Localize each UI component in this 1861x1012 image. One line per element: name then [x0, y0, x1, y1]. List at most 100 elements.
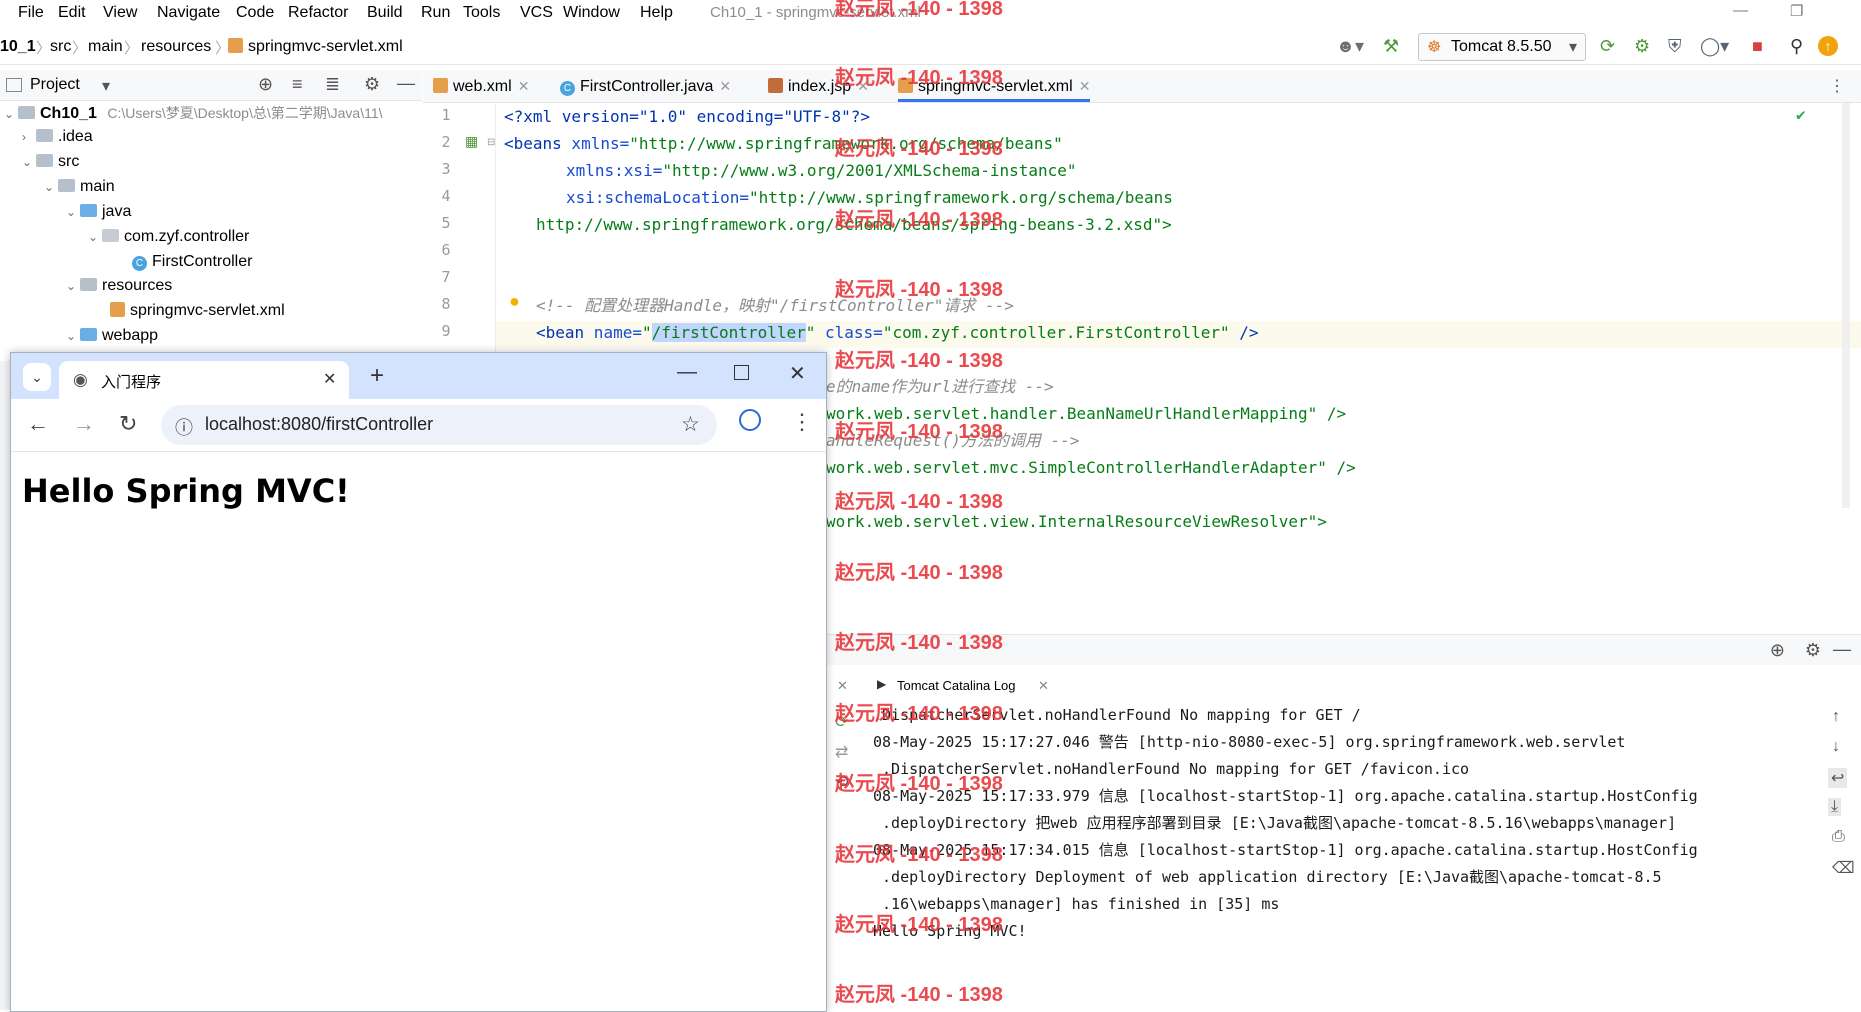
- xml-file-icon: [433, 78, 448, 93]
- tree-item-package[interactable]: ⌄ com.zyf.controller: [88, 225, 249, 249]
- spring-bean-icon[interactable]: ▦: [465, 133, 478, 150]
- tab-tomcat-catalina-log[interactable]: Tomcat Catalina Log: [897, 678, 1016, 693]
- update-icon[interactable]: ↑: [1818, 36, 1838, 56]
- browser-tab[interactable]: ◉ 入门程序 ✕: [59, 361, 349, 399]
- trash-icon[interactable]: ⌫: [1832, 858, 1855, 878]
- menu-view[interactable]: View: [103, 4, 137, 22]
- close-icon[interactable]: ✕: [1079, 78, 1091, 94]
- tree-item-root[interactable]: ⌄ Ch10_1 C:\Users\梦夏\Desktop\总\第二学期\Java\…: [4, 101, 383, 125]
- editor-tabs: web.xml ✕ C FirstController.java ✕ index.js…: [423, 70, 1861, 103]
- hide-panel-icon[interactable]: —: [1833, 639, 1851, 660]
- reload-icon[interactable]: ↻: [119, 411, 137, 437]
- tree-item-firstcontroller[interactable]: C FirstController: [132, 250, 252, 274]
- menu-file[interactable]: File: [18, 4, 44, 22]
- collapse-all-icon[interactable]: ≣: [325, 74, 340, 95]
- search-icon[interactable]: ⚲: [1790, 36, 1803, 56]
- back-arrow-icon[interactable]: ←: [27, 411, 49, 437]
- project-panel-title[interactable]: Project: [30, 76, 80, 94]
- line-number: 8: [441, 295, 451, 313]
- address-bar[interactable]: ⓘ localhost:8080/firstController ☆: [161, 405, 717, 445]
- line-number: 9: [441, 322, 451, 340]
- menu-vcs[interactable]: VCS: [520, 4, 553, 22]
- gear-icon[interactable]: ⚙: [1805, 640, 1821, 661]
- tree-item-resources[interactable]: ⌄ resources: [66, 274, 172, 298]
- menu-run[interactable]: Run: [421, 4, 450, 22]
- close-icon[interactable]: ✕: [518, 78, 530, 94]
- log-tabs: ✕ ▶ Tomcat Catalina Log ✕: [825, 672, 1861, 700]
- close-icon[interactable]: ✕: [1038, 678, 1049, 694]
- forward-arrow-icon[interactable]: →: [73, 411, 95, 437]
- locate-icon[interactable]: ⊕: [1770, 640, 1785, 661]
- scroll-to-end-icon[interactable]: ⤓: [1828, 798, 1842, 816]
- close-icon[interactable]: ✕: [323, 369, 336, 389]
- print-icon[interactable]: ⎙: [1832, 828, 1845, 846]
- code-token: name=: [584, 323, 642, 342]
- close-icon[interactable]: ✕: [719, 78, 731, 94]
- breadcrumb-resources[interactable]: resources: [141, 38, 211, 56]
- tree-xml-label: springmvc-servlet.xml: [130, 302, 285, 319]
- menu-build[interactable]: Build: [367, 4, 403, 22]
- debug-bug-icon[interactable]: ⚙: [1634, 36, 1650, 56]
- minimize-icon[interactable]: —: [1733, 2, 1748, 19]
- tab-search-icon[interactable]: ⌄: [23, 363, 51, 391]
- tree-item-java[interactable]: ⌄ java: [66, 200, 131, 224]
- code-token-selected: /firstController: [651, 323, 806, 342]
- tree-item-springmvc-xml[interactable]: springmvc-servlet.xml: [110, 299, 285, 323]
- stop-icon[interactable]: ■: [1752, 36, 1763, 56]
- rerun-icon[interactable]: ⟳: [1600, 36, 1615, 56]
- code-token: "http://www.w3.org/2001/XMLSchema-instan…: [662, 161, 1077, 180]
- breadcrumb-main[interactable]: main: [88, 38, 123, 56]
- menu-tools[interactable]: Tools: [463, 4, 500, 22]
- arrow-down-icon[interactable]: ↓: [1832, 738, 1840, 756]
- gear-icon[interactable]: ⚙: [364, 74, 380, 95]
- breadcrumb-src[interactable]: src: [50, 38, 71, 56]
- menu-navigate[interactable]: Navigate: [157, 4, 220, 22]
- bookmark-star-icon[interactable]: ☆: [681, 412, 700, 437]
- breadcrumb-file[interactable]: springmvc-servlet.xml: [228, 38, 403, 56]
- line-number: 6: [441, 241, 451, 259]
- user-icon[interactable]: ☻▾: [1336, 36, 1364, 56]
- code-token: class=: [815, 323, 883, 342]
- expand-all-icon[interactable]: ≡: [292, 74, 303, 95]
- menu-help[interactable]: Help: [640, 4, 673, 22]
- tree-item-idea[interactable]: › .idea: [22, 125, 93, 149]
- more-vertical-icon[interactable]: ⋮: [1829, 76, 1845, 96]
- profile-icon[interactable]: ◯▾: [1700, 36, 1729, 56]
- more-vertical-icon[interactable]: ⋮: [791, 409, 813, 435]
- tree-item-webapp[interactable]: ⌄ webapp: [66, 324, 158, 348]
- editor-scrollbar[interactable]: [1842, 103, 1850, 508]
- menu-edit[interactable]: Edit: [58, 4, 86, 22]
- tree-item-main[interactable]: ⌄ main: [44, 175, 115, 199]
- locate-icon[interactable]: ⊕: [258, 74, 273, 95]
- menu-code[interactable]: Code: [236, 4, 274, 22]
- menu-refactor[interactable]: Refactor: [288, 4, 348, 22]
- maximize-icon[interactable]: [734, 365, 749, 380]
- tab-web-xml[interactable]: web.xml ✕: [433, 70, 529, 102]
- chevron-down-icon[interactable]: ▾: [102, 76, 110, 96]
- tree-item-src[interactable]: ⌄ src: [22, 150, 79, 174]
- watermark: 赵元凤 -140 - 1398: [835, 703, 1003, 725]
- soft-wrap-icon[interactable]: ↩: [1828, 768, 1848, 788]
- close-icon[interactable]: ✕: [837, 678, 848, 694]
- close-icon[interactable]: ✕: [789, 361, 806, 386]
- minimize-icon[interactable]: —: [677, 361, 697, 384]
- profile-avatar-icon[interactable]: [739, 409, 761, 431]
- breadcrumb-project[interactable]: 10_1: [0, 38, 36, 56]
- run-configuration-select[interactable]: ☸ Tomcat 8.5.50 ▾: [1418, 33, 1586, 61]
- hide-panel-icon[interactable]: —: [397, 73, 415, 94]
- arrow-up-icon[interactable]: ↑: [1832, 708, 1840, 726]
- coverage-icon[interactable]: ⛨: [1668, 36, 1682, 56]
- restore-icon[interactable]: ❐: [1790, 2, 1803, 20]
- tab-firstcontroller-java[interactable]: C FirstController.java ✕: [560, 70, 731, 102]
- watermark: 赵元凤 -140 - 1398: [835, 0, 1003, 20]
- resources-folder-icon: [80, 278, 97, 291]
- new-tab-icon[interactable]: +: [370, 362, 384, 390]
- watermark: 赵元凤 -140 - 1398: [835, 350, 1003, 372]
- xml-file-icon: [110, 302, 125, 317]
- build-hammer-icon[interactable]: ⚒: [1383, 36, 1399, 56]
- menu-window[interactable]: Window: [563, 4, 620, 22]
- tab-java-label: FirstController.java: [580, 78, 714, 95]
- site-info-icon[interactable]: ⓘ: [175, 414, 193, 440]
- xml-file-icon: [228, 38, 243, 53]
- fold-icon[interactable]: ⊟: [487, 137, 495, 148]
